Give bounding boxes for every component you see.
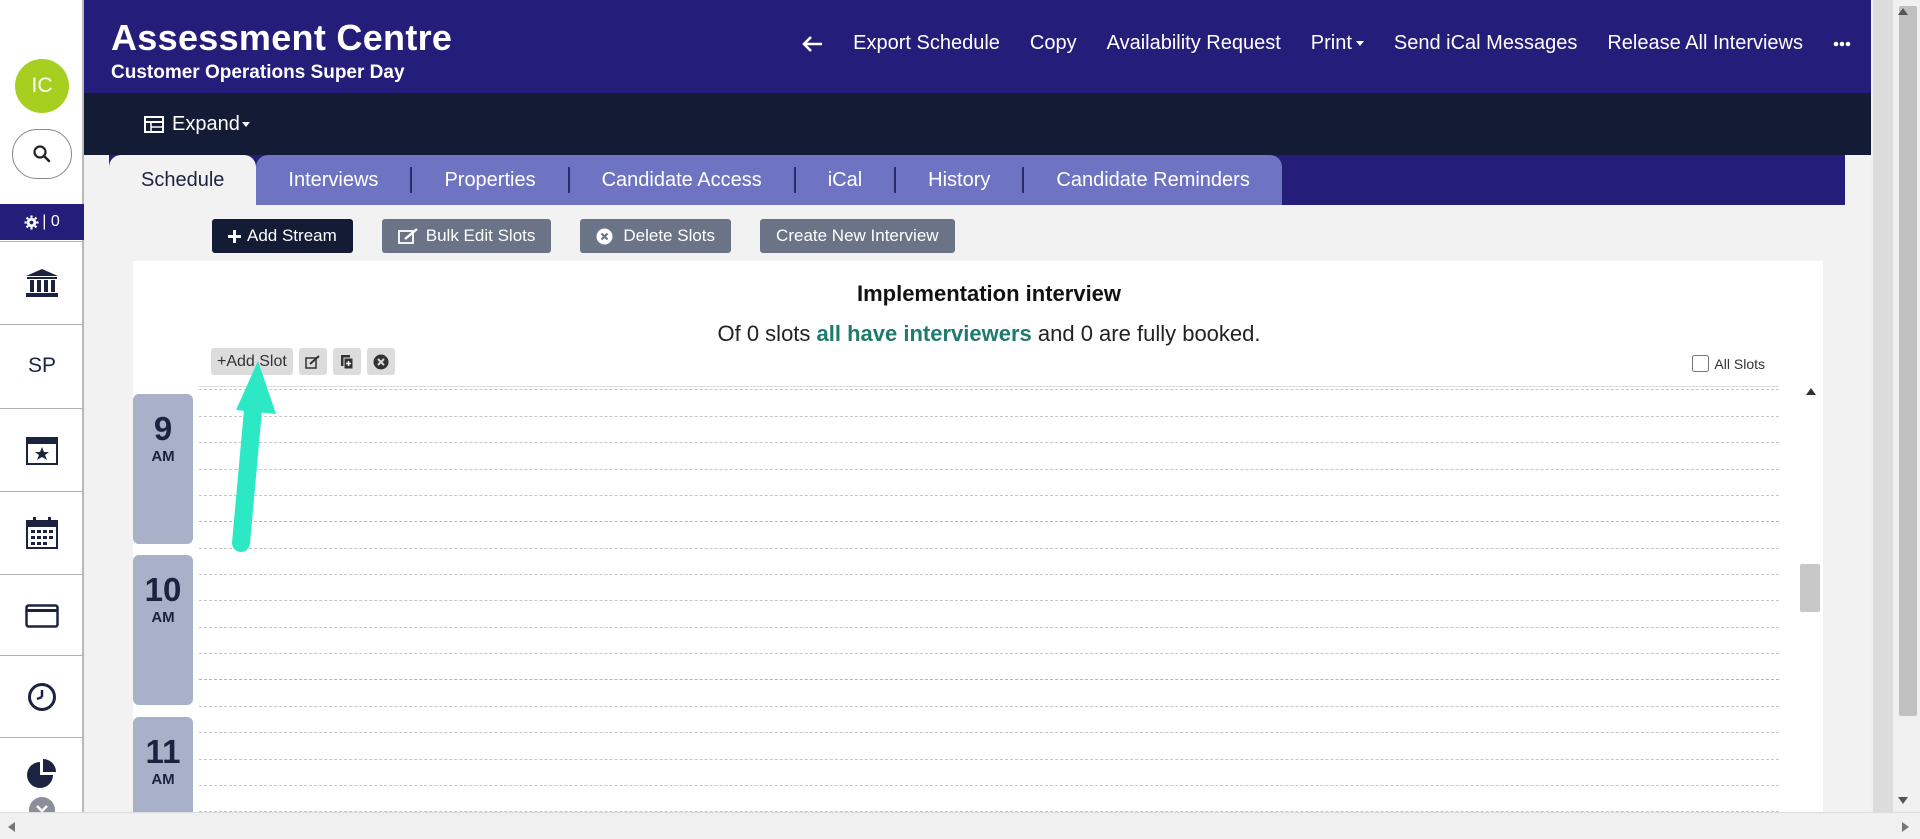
stream-summary: Of 0 slots all have interviewers and 0 a… [199,321,1779,347]
sub-toolbar: Expand [84,93,1871,155]
print-label: Print [1310,32,1352,54]
grid-line [199,785,1779,786]
inner-scrollbar-thumb[interactable] [1800,564,1820,612]
schedule-toolbar: Add Stream Bulk Edit Slots Delete Slots … [212,219,955,253]
create-interview-label: Create New Interview [776,226,939,245]
schedule-grid: Implementation interview Of 0 slots all … [133,261,1823,827]
back-arrow-icon[interactable] [801,35,823,53]
delete-slots-button[interactable]: Delete Slots [580,219,732,253]
availability-request-link[interactable]: Availability Request [1107,32,1281,55]
tab-properties[interactable]: Properties [412,167,570,193]
delete-slots-label: Delete Slots [623,226,716,245]
page-vertical-scrollbar[interactable] [1871,0,1920,812]
copy-link[interactable]: Copy [1030,32,1077,55]
all-slots-label: All Slots [1714,355,1765,372]
scroll-right-arrow[interactable] [1902,822,1909,832]
more-icon[interactable] [1833,41,1851,47]
scroll-up-arrow[interactable] [1898,8,1908,15]
hour-ampm: AM [151,771,175,788]
caret-down-icon [1355,41,1364,47]
send-ical-link[interactable]: Send iCal Messages [1394,32,1577,55]
edit-icon [397,228,418,244]
release-interviews-link[interactable]: Release All Interviews [1607,32,1803,55]
scrollbar-track [1873,0,1893,812]
envelope-icon [25,603,59,628]
grid-line [199,521,1779,522]
bulk-edit-label: Bulk Edit Slots [425,226,536,245]
grid-line [199,442,1779,443]
summary-highlight: all have interviewers [816,321,1032,346]
grid-line [199,548,1779,549]
delete-slot-button[interactable] [366,348,395,375]
inner-scroll-up-arrow[interactable] [1806,388,1816,395]
grid-line [199,574,1779,575]
scroll-down-arrow[interactable] [1898,797,1908,804]
grid-line [199,600,1779,601]
all-slots-checkbox[interactable] [1692,355,1710,372]
scrollbar-thumb[interactable] [1899,6,1917,716]
clock-icon [28,682,56,711]
tab-ical[interactable]: iCal [796,167,897,193]
tab-bar: Schedule Interviews Properties Candidate… [109,155,1845,205]
export-schedule-link[interactable]: Export Schedule [853,32,1000,55]
stream-title: Implementation interview [856,281,1122,306]
grid-line [199,653,1779,654]
grid-line [199,706,1779,707]
all-slots-toggle[interactable]: All Slots [1692,355,1765,372]
tab-candidate-access[interactable]: Candidate Access [570,167,796,193]
copy-icon [340,354,354,369]
page-horizontal-scrollbar[interactable] [0,812,1920,839]
summary-prefix: Of 0 slots [717,321,817,346]
hour-number: 11 [145,733,181,770]
schedule-panel: Add Stream Bulk Edit Slots Delete Slots … [109,205,1845,827]
top-header: Assessment Centre Customer Operations Su… [84,0,1871,93]
scroll-left-arrow[interactable] [8,822,15,832]
tab-candidate-reminders[interactable]: Candidate Reminders [1024,167,1249,193]
bulk-edit-slots-button[interactable]: Bulk Edit Slots [381,219,552,253]
grid-line [199,389,1779,390]
close-circle-icon [373,354,389,369]
grid-line [199,759,1779,760]
edit-slot-button[interactable] [298,348,327,375]
tab-history[interactable]: History [896,167,1025,193]
grid-line [199,469,1779,470]
grid-line [199,732,1779,733]
copy-slot-button[interactable] [332,348,361,375]
sidebar-item-messages[interactable] [0,574,84,656]
close-circle-icon [596,228,613,244]
grid-line [199,416,1779,417]
hour-label-11: 11 AM [133,717,193,827]
grid-line [199,627,1779,628]
summary-suffix: and 0 are fully booked. [1031,321,1261,346]
header-nav: Export Schedule Copy Availability Reques… [801,32,1851,55]
grid-line [199,495,1779,496]
edit-icon [305,354,320,369]
grid-line [199,679,1779,680]
annotation-arrow [232,361,276,552]
sidebar-item-history[interactable] [0,655,84,737]
print-dropdown[interactable]: Print [1311,32,1364,55]
create-new-interview-button[interactable]: Create New Interview [760,219,955,253]
hour-ampm: AM [151,609,175,626]
divider [199,386,1779,387]
pie-chart-icon [27,759,56,788]
chevron-down-icon[interactable] [29,797,55,812]
